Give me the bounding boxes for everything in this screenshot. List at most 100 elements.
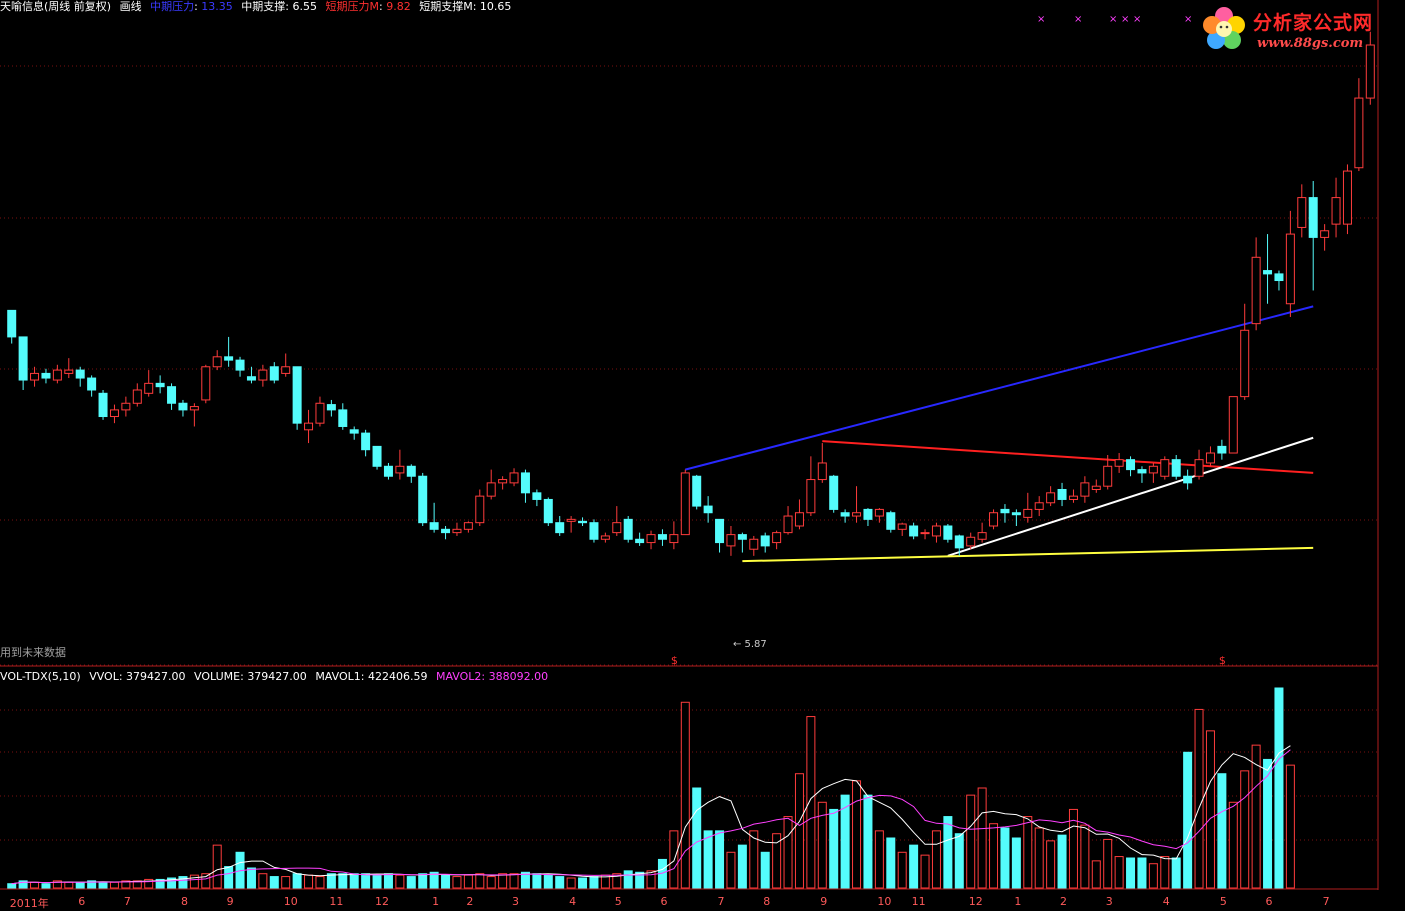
candle-body — [646, 534, 656, 544]
volume-bar — [1274, 687, 1284, 889]
candle-body — [612, 522, 622, 534]
candle-body — [886, 512, 896, 530]
candle-body — [578, 520, 588, 524]
signal-marker: $ — [671, 654, 678, 667]
candle-body — [566, 518, 576, 522]
candle-body — [406, 465, 416, 477]
candle-body — [954, 535, 964, 549]
mid-pressure-label: 中期压力: 13.35 — [150, 0, 233, 13]
x-tick-label: 12 — [968, 895, 983, 908]
candle-body — [1331, 197, 1341, 225]
candle-body — [224, 356, 234, 361]
kline-chart: $ $ ← 5.87 × × × × × × — [0, 0, 1379, 890]
candle-body — [1011, 512, 1021, 516]
candle-body — [212, 356, 222, 368]
x-tick-label: 7 — [1322, 895, 1330, 908]
candle-body — [635, 538, 645, 544]
candle-body — [509, 472, 519, 484]
volume-indicator-name[interactable]: VOL-TDX(5,10) — [0, 670, 81, 683]
candle-body — [1000, 508, 1010, 514]
volume-bar — [269, 876, 279, 889]
vvol-label: VVOL: 379427.00 — [89, 670, 186, 683]
candle-body — [121, 402, 131, 411]
volume-bar — [989, 823, 999, 889]
chart-markers: $ $ ← 5.87 × × × × × × — [671, 14, 1226, 667]
candle-body — [863, 508, 873, 520]
volume-bar — [703, 830, 713, 889]
candle-body — [1148, 465, 1158, 474]
x-tick-label: 11 — [911, 895, 926, 908]
trend-lines — [685, 305, 1314, 563]
x-tick-label: 4 — [569, 895, 577, 908]
candle-body — [543, 498, 553, 524]
short-support-line — [947, 436, 1314, 557]
candle-body — [749, 538, 759, 550]
x-tick-label: 6 — [660, 895, 668, 908]
x-tick-label: 6 — [1265, 895, 1273, 908]
volume-bar — [383, 873, 393, 889]
logo-url[interactable]: www.88gs.com — [1257, 36, 1363, 51]
volume-bar — [109, 881, 119, 889]
volume-bar — [486, 876, 496, 889]
candle-body — [304, 422, 314, 431]
candle-body — [1034, 502, 1044, 510]
draw-mode[interactable]: 画线 — [120, 0, 142, 13]
volume-bar — [1228, 801, 1238, 889]
candle-body — [852, 512, 862, 517]
candle-body — [1057, 489, 1067, 500]
volume-bar — [543, 874, 553, 889]
candle-body — [498, 479, 508, 484]
candle-body — [178, 402, 188, 411]
volume-bar — [338, 873, 348, 889]
volume-bar — [1000, 827, 1010, 889]
candle-body — [441, 528, 451, 534]
candle-body — [132, 389, 142, 404]
mid-support-line — [742, 546, 1314, 563]
candle-body — [806, 479, 816, 514]
volume-bar — [315, 876, 325, 889]
chart-header: 天喻信息(周线 前复权) 画线 中期压力: 13.35 中期支撑: 6.55 短… — [0, 0, 516, 13]
cross-marker-icon: × — [1109, 14, 1117, 25]
x-tick-label: 1 — [432, 895, 440, 908]
volume-bar — [1148, 863, 1158, 889]
volume-bar — [829, 808, 839, 889]
volume-bar — [201, 873, 211, 889]
cross-marker-icon: × — [1074, 14, 1082, 25]
volume-bar — [1285, 764, 1295, 889]
candle-body — [1217, 445, 1227, 454]
candle-body — [98, 392, 108, 418]
candle-body — [1023, 508, 1033, 518]
short-pressure-label: 短期压力M: 9.82 — [325, 0, 411, 13]
candle-body — [909, 525, 919, 537]
candle-body — [1068, 495, 1078, 500]
volume-bar — [966, 794, 976, 889]
x-tick-label: 1 — [1014, 895, 1022, 908]
candle-body — [1240, 329, 1250, 398]
candle-body — [109, 409, 119, 418]
volume-bar — [977, 787, 987, 889]
site-logo: 分析家公式网 www.88gs.com — [1199, 2, 1399, 58]
candle-body — [292, 366, 302, 424]
candle-body — [395, 465, 405, 474]
short-pressure-line — [822, 440, 1314, 474]
candle-body — [989, 512, 999, 527]
volume-bar — [806, 716, 816, 889]
candle-body — [680, 472, 690, 536]
x-tick-label: 3 — [512, 895, 520, 908]
candle-body — [269, 366, 279, 381]
candle-body — [1137, 469, 1147, 474]
candle-body — [897, 523, 907, 530]
candle-body — [41, 372, 51, 379]
volume-bar — [498, 873, 508, 889]
candle-body — [452, 528, 462, 534]
candle-body — [475, 495, 485, 524]
volume-bar — [692, 787, 702, 889]
volume-bar — [794, 773, 804, 889]
candle-body — [1183, 475, 1193, 484]
x-tick-label: 7 — [123, 895, 131, 908]
candle-body — [623, 518, 633, 540]
volume-bar — [897, 851, 907, 889]
candle-body — [429, 522, 439, 530]
candle-body — [281, 366, 291, 374]
candle-body — [1046, 492, 1056, 504]
